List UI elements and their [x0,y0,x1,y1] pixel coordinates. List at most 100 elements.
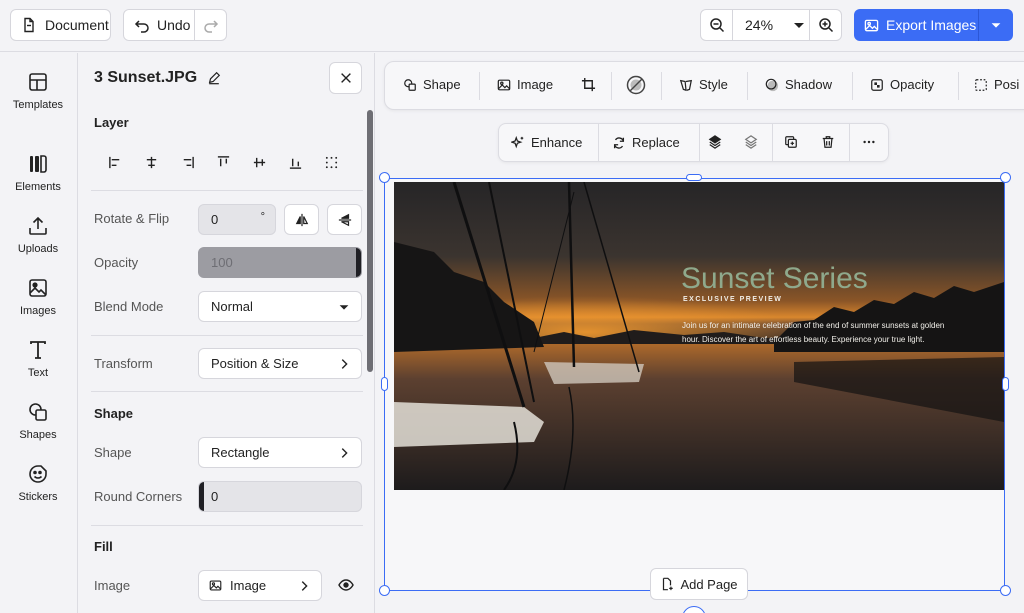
resize-handle-top-right[interactable] [1000,172,1011,183]
round-corners-handle[interactable] [199,482,204,511]
toolbar-style-button[interactable]: Style [679,77,728,92]
design-body-line-2[interactable]: hour. Discover the art of effortless bea… [682,335,925,344]
design-page[interactable]: Sunset Series EXCLUSIVE PREVIEW Join us … [384,178,1005,591]
duplicate-icon [785,136,797,148]
toolbar-separator [611,72,612,100]
no-color-icon [626,75,646,95]
zoom-out-button[interactable] [701,10,733,40]
export-main[interactable]: Export Images [854,9,979,41]
opacity-value: 100 [211,255,233,270]
align-right-button[interactable] [169,153,205,171]
divider [91,391,363,392]
design-headline[interactable]: Sunset Series [681,262,868,296]
opacity-slider-handle[interactable] [356,248,361,277]
document-button[interactable]: Document [10,9,111,41]
align-top-button[interactable] [205,153,241,171]
toolbar-separator [849,124,850,162]
resize-handle-bottom-left[interactable] [379,585,390,596]
distribute-button[interactable] [313,153,349,171]
fill-image-label: Image [94,578,131,593]
opacity-slider[interactable]: 100 [198,247,362,278]
toolbar-separator [699,124,700,162]
sidebar-item-images[interactable]: Images [0,277,76,317]
flip-horizontal-button[interactable] [284,204,319,235]
resize-handle-bottom-right[interactable] [1000,585,1011,596]
add-page-button[interactable]: Add Page [650,568,748,600]
toolbar-separator [598,124,599,162]
blend-mode-value: Normal [211,299,253,314]
round-corners-slider[interactable]: 0 [198,481,362,512]
sidebar-label-elements: Elements [15,181,61,193]
panel-scrollbar[interactable] [367,110,373,372]
transform-button[interactable]: Position & Size [198,348,362,379]
bring-forward-button[interactable] [708,135,722,149]
resize-handle-top[interactable] [686,174,702,181]
toolbar-position-button[interactable]: Posi [974,77,1019,92]
shape-label: Shape [94,445,132,460]
align-bottom-button[interactable] [277,153,313,171]
undo-icon [134,20,149,33]
duplicate-button[interactable] [784,135,798,149]
sidebar-label-stickers: Stickers [18,491,58,503]
design-tagline[interactable]: EXCLUSIVE PREVIEW [683,296,782,303]
delete-button[interactable] [821,135,835,149]
zoom-in-button[interactable] [810,10,841,40]
redo-button[interactable] [195,10,226,40]
sidebar-item-elements[interactable]: Elements [0,153,76,193]
zoom-level-dropdown[interactable]: 24% [733,10,810,40]
sparkle-icon [511,135,524,148]
toolbar-separator [772,124,773,162]
replace-button[interactable]: Replace [612,135,680,150]
export-label: Export Images [886,17,977,33]
no-color-button[interactable] [626,75,646,95]
undo-redo-group: Undo [123,9,227,41]
toolbar-shape-button[interactable]: Shape [403,77,461,92]
fill-image-value: Image [230,578,267,593]
rotate-handle[interactable] [682,606,706,613]
rotate-input[interactable]: 0 ° [198,204,276,235]
blend-mode-select[interactable]: Normal [198,291,362,322]
round-corners-value: 0 [211,489,219,504]
toolbar-separator [661,72,662,100]
shapes-icon [29,403,47,421]
round-corners-label: Round Corners [94,489,183,504]
visibility-eye-icon[interactable] [338,577,354,593]
resize-handle-left[interactable] [381,377,388,391]
sidebar-item-stickers[interactable]: Stickers [0,463,76,503]
replace-label: Replace [632,135,680,150]
toolbar-opacity-button[interactable]: Opacity [870,77,934,92]
flip-vertical-icon [338,213,351,226]
toolbar-position-label: Posi [994,77,1020,92]
align-middle-button[interactable] [241,153,277,171]
enhance-button[interactable]: Enhance [511,135,582,150]
send-backward-button[interactable] [744,135,758,149]
sidebar-item-text[interactable]: Text [0,339,76,379]
sidebar-item-shapes[interactable]: Shapes [0,401,76,441]
toolbar-image-button[interactable]: Image [497,77,553,92]
image-icon [209,580,222,591]
resize-handle-right[interactable] [1002,377,1009,391]
export-dropdown-button[interactable] [979,9,1013,41]
toolbar-shadow-button[interactable]: Shadow [765,77,832,92]
sidebar-item-uploads[interactable]: Uploads [0,215,76,255]
close-icon [340,73,351,83]
fill-image-button[interactable]: Image [198,570,322,601]
more-options-button[interactable] [862,135,876,149]
export-images-button[interactable]: Export Images [854,9,1013,41]
align-center-h-button[interactable] [133,153,169,171]
left-sidebar: Templates Elements Uploads Images Text S… [0,53,78,613]
export-image-icon [864,19,879,31]
flip-vertical-button[interactable] [327,204,362,235]
close-panel-button[interactable] [329,62,362,94]
shape-select[interactable]: Rectangle [198,437,362,468]
design-body-line-1[interactable]: Join us for an intimate celebration of t… [682,321,944,330]
sidebar-item-templates[interactable]: Templates [0,71,76,111]
align-left-button[interactable] [97,153,133,171]
sunset-photo[interactable]: Sunset Series EXCLUSIVE PREVIEW Join us … [394,182,1004,490]
undo-button[interactable]: Undo [124,10,196,40]
rename-pencil-icon[interactable] [207,71,221,85]
crop-button[interactable] [581,77,596,92]
align-top-icon [217,155,229,166]
add-page-icon [663,577,674,591]
resize-handle-top-left[interactable] [379,172,390,183]
